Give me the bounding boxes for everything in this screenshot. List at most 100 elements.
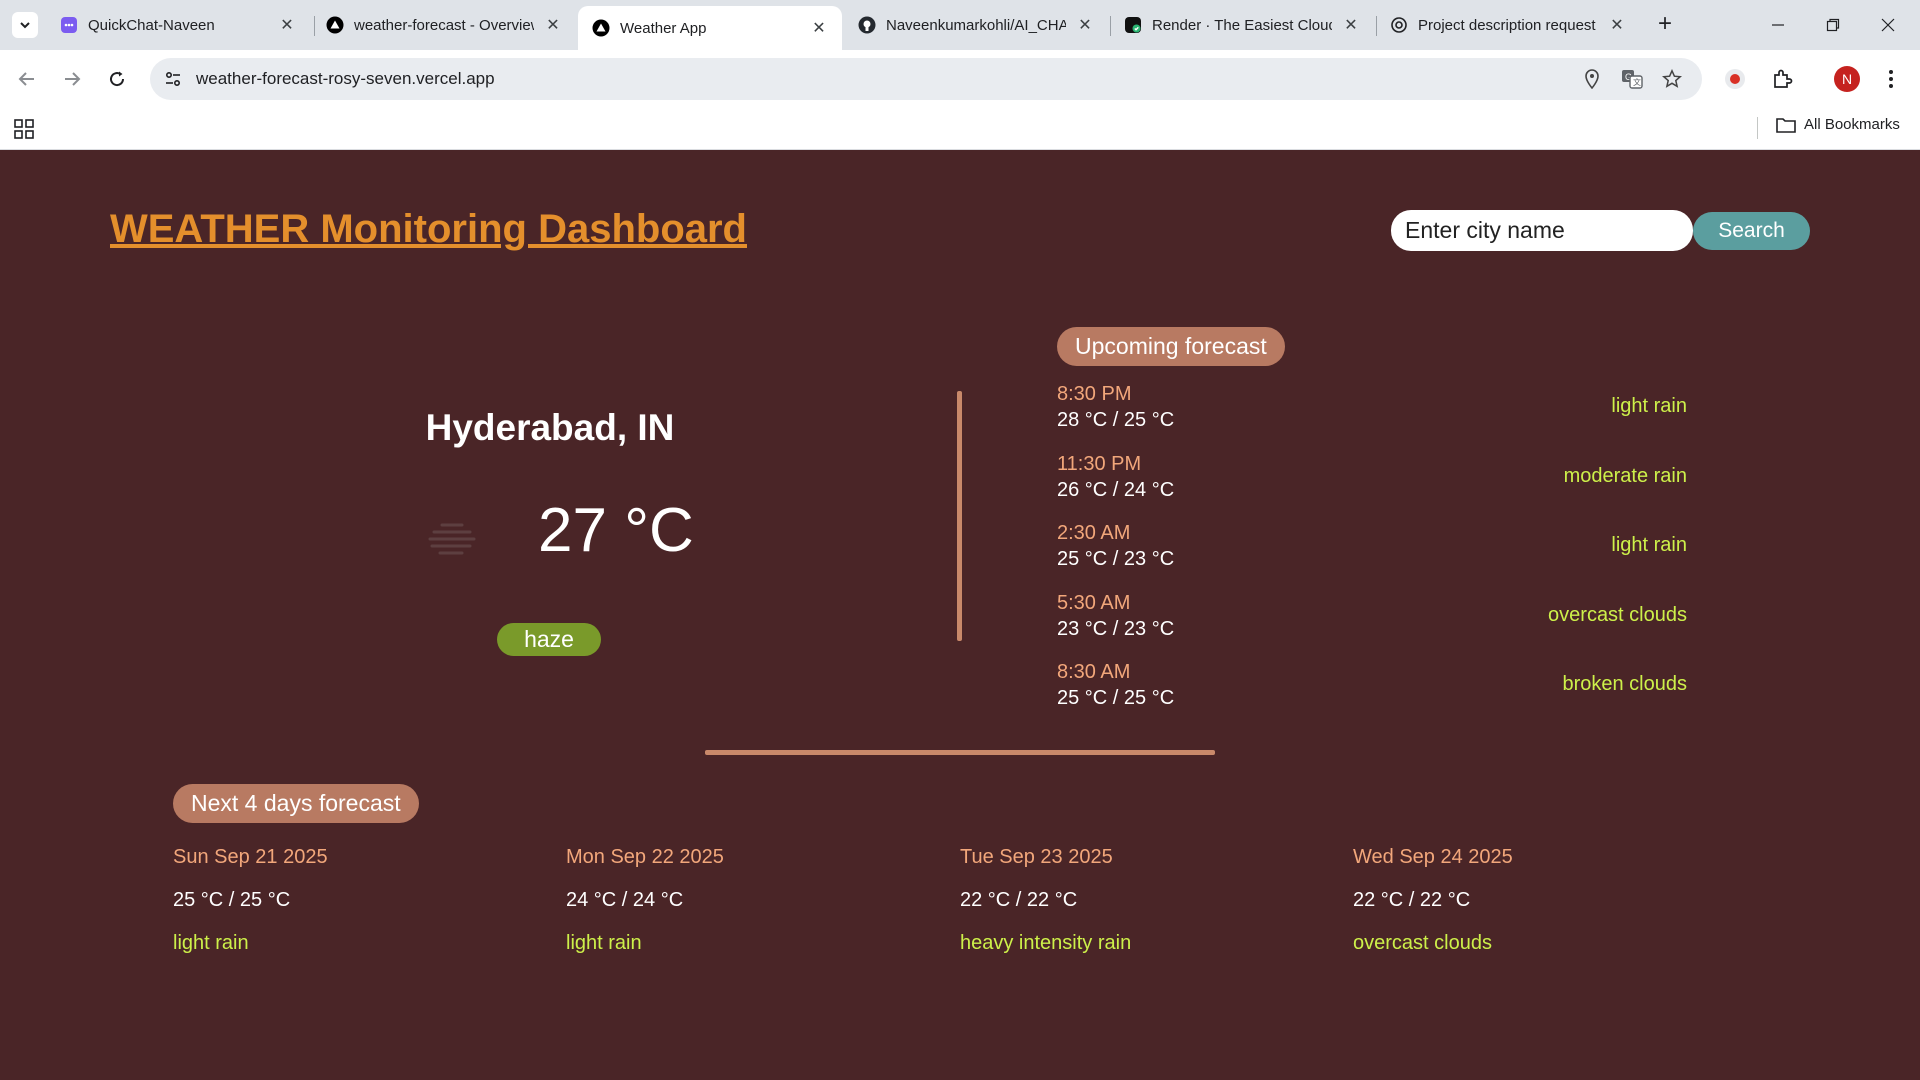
day-temps: 25 °C / 25 °C	[173, 889, 291, 911]
close-icon[interactable]: ✕	[1076, 15, 1094, 35]
new-tab-button[interactable]: +	[1652, 12, 1678, 38]
day-date: Wed Sep 24 2025	[1353, 846, 1513, 868]
current-city: Hyderabad, IN	[425, 407, 675, 448]
forecast-description: overcast clouds	[1548, 604, 1687, 626]
forecast-time: 11:30 PM	[1057, 453, 1142, 475]
day-description: heavy intensity rain	[960, 932, 1132, 954]
condition-badge: haze	[497, 623, 601, 656]
svg-text:文: 文	[1633, 77, 1641, 87]
bookmarks-divider	[1757, 117, 1758, 139]
tab-render[interactable]: Render · The Easiest Cloud ✕	[1110, 6, 1374, 44]
forecast-time: 5:30 AM	[1057, 592, 1131, 614]
forward-button[interactable]	[57, 64, 87, 94]
forecast-item: 5:30 AM 23 °C / 23 °C overcast clouds	[1057, 592, 1687, 648]
upcoming-forecast-heading: Upcoming forecast	[1057, 327, 1285, 366]
reload-icon	[110, 71, 125, 87]
tab-quickchat[interactable]: QuickChat-Naveen ✕	[46, 6, 310, 44]
browser-toolbar: weather-forecast-rosy-seven.vercel.app G…	[0, 50, 1920, 108]
tab-github[interactable]: Naveenkumarkohli/AI_CHAT ✕	[844, 6, 1108, 44]
city-search-input[interactable]	[1391, 210, 1693, 251]
day-forecast: Mon Sep 22 2025 24 °C / 24 °C light rain	[566, 846, 946, 955]
forecast-description: light rain	[1611, 395, 1687, 417]
star-icon[interactable]	[1660, 67, 1684, 91]
forecast-description: light rain	[1611, 534, 1687, 556]
forecast-temps: 25 °C / 25 °C	[1057, 687, 1175, 709]
forecast-item: 8:30 AM 25 °C / 25 °C broken clouds	[1057, 661, 1687, 717]
tab-title: weather-forecast - Overview	[354, 16, 534, 34]
restore-icon	[1826, 18, 1840, 32]
day-forecast: Sun Sep 21 2025 25 °C / 25 °C light rain	[173, 846, 553, 955]
browser-tab-bar: QuickChat-Naveen ✕ weather-forecast - Ov…	[0, 0, 1920, 50]
day-forecast: Tue Sep 23 2025 22 °C / 22 °C heavy inte…	[960, 846, 1340, 955]
reload-button[interactable]	[102, 64, 132, 94]
chevron-down-icon	[20, 22, 30, 29]
tab-title: Render · The Easiest Cloud	[1152, 16, 1332, 34]
site-info-icon[interactable]	[160, 66, 186, 92]
restore-button[interactable]	[1818, 10, 1848, 40]
vertical-divider	[957, 391, 962, 641]
close-icon[interactable]: ✕	[544, 15, 562, 35]
all-bookmarks-button[interactable]: All Bookmarks	[1776, 116, 1900, 133]
vercel-icon	[592, 19, 610, 37]
render-icon	[1124, 16, 1142, 34]
tab-weather-forecast-overview[interactable]: weather-forecast - Overview ✕	[312, 6, 576, 44]
close-icon[interactable]: ✕	[810, 18, 828, 38]
day-description: light rain	[566, 932, 642, 954]
profile-avatar[interactable]: N	[1834, 66, 1860, 92]
day-forecast: Wed Sep 24 2025 22 °C / 22 °C overcast c…	[1353, 846, 1733, 955]
translate-icon[interactable]: G文	[1620, 67, 1644, 91]
forecast-description: moderate rain	[1563, 465, 1687, 487]
arrow-right-icon	[65, 72, 81, 86]
apps-grid-icon[interactable]	[14, 119, 34, 139]
day-date: Sun Sep 21 2025	[173, 846, 328, 868]
close-icon[interactable]: ✕	[1608, 15, 1626, 35]
tab-title: Naveenkumarkohli/AI_CHAT	[886, 16, 1066, 34]
openai-icon	[1390, 16, 1408, 34]
forecast-item: 8:30 PM 28 °C / 25 °C light rain	[1057, 383, 1687, 439]
bookmarks-bar: All Bookmarks	[0, 108, 1920, 150]
forecast-temps: 25 °C / 23 °C	[1057, 548, 1175, 570]
minimize-icon	[1772, 24, 1784, 26]
back-button[interactable]	[12, 64, 42, 94]
current-temperature: 27 °C	[538, 496, 694, 565]
day-temps: 24 °C / 24 °C	[566, 889, 684, 911]
tab-search-button[interactable]	[12, 12, 38, 38]
quickchat-icon	[60, 16, 78, 34]
github-icon	[858, 16, 876, 34]
arrow-left-icon	[18, 72, 34, 86]
forecast-temps: 23 °C / 23 °C	[1057, 618, 1175, 640]
day-date: Mon Sep 22 2025	[566, 846, 724, 868]
forecast-item: 2:30 AM 25 °C / 23 °C light rain	[1057, 522, 1687, 578]
close-icon[interactable]: ✕	[1342, 15, 1360, 35]
tab-title: Project description request	[1418, 16, 1596, 34]
folder-icon	[1776, 117, 1796, 133]
tab-weather-app[interactable]: Weather App ✕	[578, 6, 842, 50]
window-close-button[interactable]	[1873, 10, 1903, 40]
close-icon	[1881, 18, 1895, 32]
search-button[interactable]: Search	[1693, 212, 1810, 250]
dashboard-title[interactable]: WEATHER Monitoring Dashboard	[110, 207, 747, 252]
day-temps: 22 °C / 22 °C	[1353, 889, 1471, 911]
next-days-forecast-heading: Next 4 days forecast	[173, 784, 419, 823]
forecast-description: broken clouds	[1562, 673, 1687, 695]
day-description: overcast clouds	[1353, 932, 1492, 954]
forecast-time: 8:30 PM	[1057, 383, 1132, 405]
extensions-icon[interactable]	[1768, 65, 1796, 93]
day-temps: 22 °C / 22 °C	[960, 889, 1078, 911]
url-text[interactable]: weather-forecast-rosy-seven.vercel.app	[196, 69, 495, 89]
close-icon[interactable]: ✕	[278, 15, 296, 35]
day-description: light rain	[173, 932, 249, 954]
address-bar[interactable]: weather-forecast-rosy-seven.vercel.app G…	[150, 58, 1702, 100]
horizontal-divider	[705, 750, 1215, 755]
record-extension-icon[interactable]	[1721, 65, 1749, 93]
all-bookmarks-label: All Bookmarks	[1804, 116, 1900, 133]
forecast-time: 2:30 AM	[1057, 522, 1131, 544]
forecast-temps: 26 °C / 24 °C	[1057, 479, 1175, 501]
weather-page: WEATHER Monitoring Dashboard Search Hyde…	[0, 151, 1920, 1078]
tab-project-description[interactable]: Project description request ✕	[1376, 6, 1640, 44]
location-icon[interactable]	[1580, 67, 1604, 91]
forecast-time: 8:30 AM	[1057, 661, 1131, 683]
menu-kebab-icon[interactable]	[1877, 65, 1905, 93]
haze-icon	[428, 523, 476, 555]
minimize-button[interactable]	[1763, 10, 1793, 40]
